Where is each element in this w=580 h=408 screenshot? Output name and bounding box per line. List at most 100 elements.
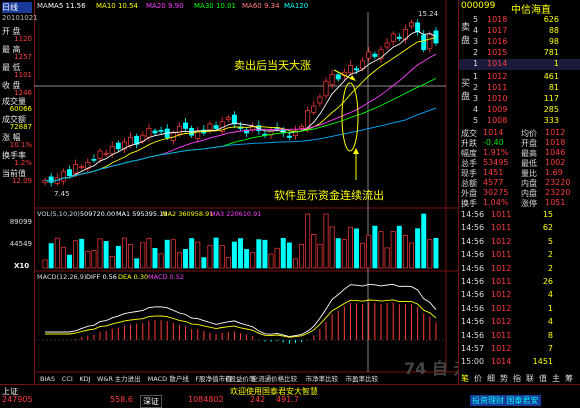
diff-line bbox=[45, 283, 437, 338]
candle bbox=[286, 135, 292, 138]
quote-tab[interactable]: 笔 bbox=[461, 373, 469, 384]
tick-row: 14:56 1011 2 bbox=[459, 250, 580, 261]
candle bbox=[91, 159, 97, 161]
candle bbox=[366, 51, 372, 59]
indicator-tab[interactable]: 散户线 bbox=[169, 374, 189, 383]
kline-chart[interactable]: MA MA5 11.56 MA10 10.54 MA20 9.90 MA30 1… bbox=[34, 0, 491, 384]
quote-tab[interactable]: 细 bbox=[487, 373, 495, 384]
buy-side-label: 买 盘 bbox=[461, 79, 471, 102]
quote-tab[interactable]: 主 bbox=[552, 373, 560, 384]
volume-bar bbox=[384, 247, 390, 269]
buy-volume: 81 bbox=[548, 83, 559, 92]
volume-bar bbox=[396, 225, 402, 269]
chart-area[interactable]: MA MA5 11.56 MA10 10.54 MA20 9.90 MA30 1… bbox=[34, 0, 491, 384]
volume-bar bbox=[85, 251, 91, 269]
indicator-tab[interactable]: W&R bbox=[97, 375, 113, 383]
quote-tab[interactable]: 指 bbox=[513, 373, 521, 384]
tick-volume: 4 bbox=[547, 317, 553, 327]
volume-bar bbox=[73, 240, 79, 269]
volume-bar bbox=[97, 238, 103, 269]
quote-tab[interactable]: 价 bbox=[474, 373, 482, 384]
sell-price: 1016 bbox=[487, 37, 508, 46]
buy-volume: 461 bbox=[543, 72, 559, 81]
news-ticker[interactable]: 欢迎使用国泰君安大智慧 bbox=[230, 386, 318, 397]
ma60-text: MA60 9.34 bbox=[242, 2, 280, 10]
stat-value: 23220 bbox=[545, 178, 571, 187]
buy-level: 4 bbox=[473, 105, 479, 114]
volume-bar bbox=[317, 243, 323, 269]
tick-volume: 1451 bbox=[532, 357, 553, 367]
stat-value: -0.40 bbox=[483, 138, 504, 147]
indicator-tab[interactable]: CCI bbox=[62, 375, 73, 383]
candle bbox=[158, 130, 164, 132]
volume-bar bbox=[121, 237, 127, 269]
volume-bar bbox=[213, 237, 219, 269]
tick-time: 14:56 bbox=[461, 290, 485, 300]
tick-row: 14:56 1011 26 bbox=[459, 277, 580, 288]
tick-time: 15:00 bbox=[461, 357, 485, 367]
dea-line bbox=[45, 299, 437, 338]
sell-row: 3 1016 98 bbox=[459, 37, 580, 48]
tick-volume: 8 bbox=[547, 330, 553, 340]
volume-bar bbox=[152, 247, 158, 269]
sidebar-value: 1.2% bbox=[14, 159, 32, 167]
indicator-tab[interactable]: MACD bbox=[148, 375, 167, 383]
sell-price: 1017 bbox=[487, 26, 508, 35]
stock-code: 000099 bbox=[461, 1, 496, 11]
buy-row: 4 1009 285 bbox=[459, 105, 580, 116]
tick-row: 14:56 1011 8 bbox=[459, 331, 580, 342]
quote-tab[interactable]: 筹 bbox=[565, 373, 573, 384]
volume-bar bbox=[183, 248, 189, 269]
tick-time: 14:56 bbox=[461, 277, 485, 286]
buy-volume: 117 bbox=[543, 94, 559, 103]
indicator-tab[interactable]: BIAS bbox=[40, 375, 55, 383]
ad-tab[interactable]: 投资理财 国泰君安 bbox=[470, 395, 541, 406]
candle bbox=[152, 130, 158, 134]
quote-tab[interactable]: 势 bbox=[500, 373, 508, 384]
indicator-tab[interactable]: 全流通价格比较 bbox=[252, 374, 298, 383]
annotation-top: 卖出后当天大涨 bbox=[234, 58, 311, 72]
volume-bar bbox=[140, 242, 146, 269]
arrow-head-icon bbox=[350, 75, 356, 81]
volume-bar bbox=[329, 226, 335, 269]
ma-line bbox=[45, 107, 437, 182]
annotation-bottom: 软件显示资金连续流出 bbox=[274, 188, 384, 202]
quote-tab-bar[interactable]: 笔价细势指联值主筹 bbox=[459, 372, 580, 384]
tick-time: 14:56 bbox=[461, 210, 485, 219]
period-label[interactable]: 日线 bbox=[2, 2, 32, 13]
sz-index-label[interactable]: 深证 bbox=[140, 395, 162, 408]
sell-level: 4 bbox=[473, 26, 479, 35]
candle bbox=[79, 166, 85, 169]
stat-value: 1046 bbox=[545, 148, 566, 157]
tick-price: 1012 bbox=[491, 236, 512, 246]
stat-value: 1451 bbox=[483, 168, 504, 177]
volume-bar bbox=[115, 245, 121, 269]
indicator-tab[interactable]: 主力进出 bbox=[115, 374, 141, 383]
vol-ma1: MA1 595395.19 bbox=[116, 210, 167, 218]
tick-volume: 15 bbox=[542, 210, 553, 219]
candle bbox=[128, 137, 134, 146]
tick-volume: 2 bbox=[547, 250, 553, 260]
tick-price: 1011 bbox=[491, 250, 512, 260]
volume-bar bbox=[299, 244, 305, 269]
candle bbox=[207, 123, 213, 131]
indicator-tab-bar[interactable]: BIAS CCI KDJ W&R 主力进出 MACD 散户线 F股净值市值F股益价率全流通价格… bbox=[40, 374, 379, 383]
sell-price: 1014 bbox=[487, 59, 508, 68]
volume-bar bbox=[366, 234, 372, 269]
quote-tab[interactable]: 值 bbox=[539, 373, 547, 384]
indicator-tab[interactable]: 市净率比较 bbox=[306, 374, 339, 383]
sell-row: 4 1017 88 bbox=[459, 26, 580, 37]
ma30-text: MA30 10.01 bbox=[194, 2, 236, 10]
date-value: 20101021 bbox=[2, 14, 38, 22]
vol-scale-top: 89099 bbox=[9, 218, 32, 226]
indicator-tab[interactable]: 市盈率比较 bbox=[346, 374, 379, 383]
quote-tab[interactable]: 联 bbox=[526, 373, 534, 384]
stat-value: 30275 bbox=[483, 188, 509, 197]
volume-bar bbox=[335, 238, 341, 269]
tick-time: 14:56 bbox=[461, 263, 485, 273]
indicator-tab[interactable]: KDJ bbox=[79, 375, 90, 383]
buy-row: 2 1011 81 bbox=[459, 83, 580, 94]
vol-ma2: MA2 360958.91 bbox=[162, 210, 213, 218]
volume-bar bbox=[390, 231, 396, 269]
sidebar-value: 1257 bbox=[14, 53, 32, 61]
